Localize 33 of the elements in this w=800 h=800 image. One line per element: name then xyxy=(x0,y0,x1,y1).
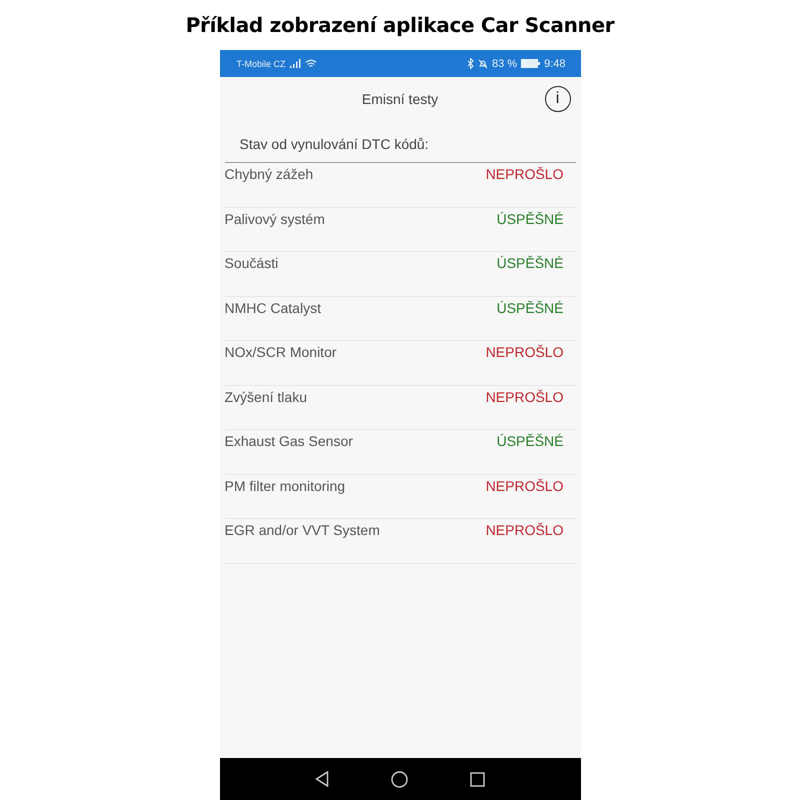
test-result: ÚSPĚŠNÉ xyxy=(496,210,564,226)
bluetooth-icon xyxy=(467,58,474,69)
test-result: NEPROŠLO xyxy=(486,522,564,538)
test-name: Palivový systém xyxy=(224,210,325,226)
test-name: PM filter monitoring xyxy=(224,478,346,494)
info-button[interactable]: i xyxy=(544,86,570,112)
mute-icon xyxy=(478,58,488,68)
test-result: NEPROŠLO xyxy=(486,388,564,404)
battery-percent: 83 % xyxy=(492,58,518,70)
clock: 9:48 xyxy=(544,58,566,70)
home-icon[interactable] xyxy=(391,770,408,788)
test-result: NEPROŠLO xyxy=(486,166,564,182)
wifi-icon xyxy=(304,58,317,68)
test-result: ÚSPĚŠNÉ xyxy=(496,255,564,271)
test-name: Zvýšení tlaku xyxy=(224,388,307,404)
test-name: NOx/SCR Monitor xyxy=(224,344,337,360)
test-name: EGR and/or VVT System xyxy=(224,522,380,538)
screen-title: Emisní testy xyxy=(362,91,438,107)
battery-icon xyxy=(521,59,540,68)
test-result: ÚSPĚŠNÉ xyxy=(496,433,564,449)
test-result: NEPROŠLO xyxy=(486,344,564,360)
test-name: Exhaust Gas Sensor xyxy=(224,433,353,449)
test-name: Chybný zážeh xyxy=(224,166,314,182)
back-icon[interactable] xyxy=(315,771,329,787)
section-subtitle: Stav od vynulování DTC kódů: xyxy=(238,135,430,154)
test-name: NMHC Catalyst xyxy=(224,300,321,316)
test-result: ÚSPĚŠNÉ xyxy=(496,300,564,316)
caption: Příklad zobrazení aplikace Car Scanner xyxy=(186,12,614,39)
test-result: NEPROŠLO xyxy=(486,478,564,494)
recents-icon[interactable] xyxy=(470,772,485,786)
carrier: T-Mobile CZ xyxy=(236,58,286,68)
test-name: Součásti xyxy=(224,255,278,271)
signal-icon xyxy=(290,59,301,68)
